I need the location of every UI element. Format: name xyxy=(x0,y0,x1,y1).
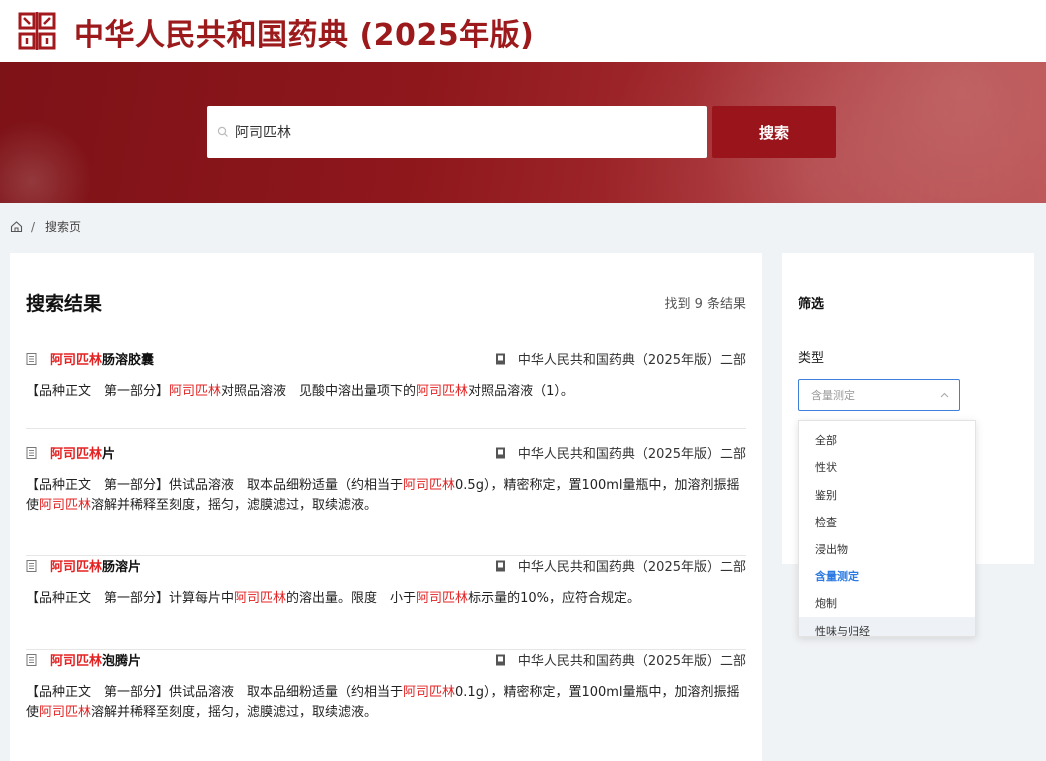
result-item[interactable]: 阿司匹林泡腾片 中华人民共和国药典（2025年版）二部 【品种正文 第一部分】供试品… xyxy=(26,650,746,761)
search-banner: 搜索 xyxy=(0,62,1046,203)
type-select-placeholder: 含量测定 xyxy=(811,389,855,402)
dropdown-option[interactable]: 鉴别 xyxy=(799,481,975,508)
result-title-link[interactable]: 阿司匹林泡腾片 xyxy=(50,650,141,669)
result-item[interactable]: 阿司匹林肠溶片 中华人民共和国药典（2025年版）二部 【品种正文 第一部分】计算每… xyxy=(26,556,746,650)
result-snippet: 【品种正文 第一部分】计算每片中阿司匹林的溶出量。限度 小于阿司匹林标示量的10… xyxy=(26,589,746,609)
results-count: 找到 9 条结果 xyxy=(664,297,746,312)
result-snippet: 【品种正文 第一部分】供试品溶液 取本品细粉适量（约相当于阿司匹林0.1g），精… xyxy=(26,683,746,723)
snippet-highlight: 阿司匹林 xyxy=(234,591,287,606)
book-icon xyxy=(495,654,505,665)
dropdown-option[interactable]: 含量测定 xyxy=(799,562,975,589)
type-select[interactable]: 含量测定 xyxy=(798,379,960,411)
results-panel: 搜索结果 找到 9 条结果 阿司匹林肠溶胶囊 中华人民共和国药典（2025年版）二… xyxy=(10,253,762,761)
dropdown-option[interactable]: 性状 xyxy=(799,453,975,480)
snippet-text: 【品种正文 第一部分】供试品溶液 取本品细粉适量（约相当于 xyxy=(26,478,404,493)
document-icon xyxy=(26,353,37,365)
snippet-text: 【品种正文 第一部分】供试品溶液 取本品细粉适量（约相当于 xyxy=(26,685,404,700)
snippet-highlight: 阿司匹林 xyxy=(403,685,456,700)
result-source-text: 中华人民共和国药典（2025年版）二部 xyxy=(517,654,746,669)
home-icon[interactable] xyxy=(10,220,23,233)
dropdown-option[interactable]: 性味与归经 xyxy=(799,617,975,636)
dropdown-option[interactable]: 全部 xyxy=(799,426,975,453)
snippet-highlight: 阿司匹林 xyxy=(39,498,92,513)
snippet-highlight: 阿司匹林 xyxy=(169,384,222,399)
result-title-highlight: 阿司匹林 xyxy=(50,353,103,368)
result-title-rest: 肠溶胶囊 xyxy=(102,353,155,368)
snippet-highlight: 阿司匹林 xyxy=(403,478,456,493)
snippet-highlight: 阿司匹林 xyxy=(416,591,469,606)
document-icon xyxy=(26,560,37,572)
result-item[interactable]: 阿司匹林肠溶胶囊 中华人民共和国药典（2025年版）二部 【品种正文 第一部分】阿司… xyxy=(26,349,746,429)
result-title-highlight: 阿司匹林 xyxy=(50,654,103,669)
result-header: 阿司匹林泡腾片 中华人民共和国药典（2025年版）二部 xyxy=(26,650,746,670)
snippet-text: 对照品溶液（1）。 xyxy=(468,384,574,399)
result-title-rest: 泡腾片 xyxy=(102,654,142,669)
result-header: 阿司匹林片 中华人民共和国药典（2025年版）二部 xyxy=(26,443,746,463)
pharmacopoeia-seal-logo[interactable] xyxy=(14,8,60,54)
document-icon xyxy=(26,654,37,666)
chevron-up-icon xyxy=(940,392,949,398)
snippet-highlight: 阿司匹林 xyxy=(416,384,469,399)
search-button[interactable]: 搜索 xyxy=(712,106,836,158)
result-source-text: 中华人民共和国药典（2025年版）二部 xyxy=(517,353,746,368)
type-dropdown: 全部 性状 鉴别 检查 浸出物 含量测定 炮制 性味与归经 xyxy=(798,420,976,637)
result-title-link[interactable]: 阿司匹林片 xyxy=(50,443,115,462)
result-snippet: 【品种正文 第一部分】阿司匹林对照品溶液 见酸中溶出量项下的阿司匹林对照品溶液（… xyxy=(26,382,746,402)
dropdown-option[interactable]: 炮制 xyxy=(799,589,975,616)
type-label: 类型 xyxy=(798,351,825,366)
snippet-text: 【品种正文 第一部分】计算每片中 xyxy=(26,591,235,606)
snippet-text: 标示量的10%，应符合规定。 xyxy=(468,591,640,606)
result-source: 中华人民共和国药典（2025年版）二部 xyxy=(495,349,746,368)
result-source-text: 中华人民共和国药典（2025年版）二部 xyxy=(517,447,746,462)
site-title: 中华人民共和国药典 (2025年版) xyxy=(74,18,535,53)
result-snippet: 【品种正文 第一部分】供试品溶液 取本品细粉适量（约相当于阿司匹林0.5g），精… xyxy=(26,476,746,516)
site-header: 中华人民共和国药典 (2025年版) xyxy=(0,0,1046,62)
breadcrumb-separator: / xyxy=(31,219,36,234)
snippet-text: 溶解并稀释至刻度，摇匀，滤膜滤过，取续滤液。 xyxy=(91,705,378,720)
book-icon xyxy=(495,447,505,458)
result-title-rest: 肠溶片 xyxy=(102,560,142,575)
snippet-highlight: 阿司匹林 xyxy=(39,705,92,720)
result-item[interactable]: 阿司匹林片 中华人民共和国药典（2025年版）二部 【品种正文 第一部分】供试品溶液… xyxy=(26,443,746,556)
book-icon xyxy=(495,353,505,364)
search-box[interactable] xyxy=(207,106,707,158)
breadcrumb: / 搜索页 xyxy=(10,218,81,235)
result-title-highlight: 阿司匹林 xyxy=(50,560,103,575)
snippet-text: 【品种正文 第一部分】 xyxy=(26,384,170,399)
filter-title: 筛选 xyxy=(798,297,825,312)
dropdown-option[interactable]: 浸出物 xyxy=(799,535,975,562)
result-header: 阿司匹林肠溶胶囊 中华人民共和国药典（2025年版）二部 xyxy=(26,349,746,369)
document-icon xyxy=(26,447,37,459)
result-title-link[interactable]: 阿司匹林肠溶片 xyxy=(50,556,141,575)
search-icon xyxy=(217,126,228,137)
result-source: 中华人民共和国药典（2025年版）二部 xyxy=(495,443,746,462)
result-header: 阿司匹林肠溶片 中华人民共和国药典（2025年版）二部 xyxy=(26,556,746,576)
dropdown-option[interactable]: 检查 xyxy=(799,508,975,535)
search-input[interactable] xyxy=(235,124,675,140)
result-source-text: 中华人民共和国药典（2025年版）二部 xyxy=(517,560,746,575)
snippet-text: 溶解并稀释至刻度，摇匀，滤膜滤过，取续滤液。 xyxy=(91,498,378,513)
result-title-highlight: 阿司匹林 xyxy=(50,447,103,462)
breadcrumb-current: 搜索页 xyxy=(45,220,82,234)
result-source: 中华人民共和国药典（2025年版）二部 xyxy=(495,556,746,575)
snippet-text: 的溶出量。限度 小于 xyxy=(286,591,417,606)
book-icon xyxy=(495,560,505,571)
result-source: 中华人民共和国药典（2025年版）二部 xyxy=(495,650,746,669)
result-title-link[interactable]: 阿司匹林肠溶胶囊 xyxy=(50,349,154,368)
result-title-rest: 片 xyxy=(102,447,116,462)
snippet-text: 对照品溶液 见酸中溶出量项下的 xyxy=(221,384,417,399)
results-title: 搜索结果 xyxy=(26,293,103,315)
